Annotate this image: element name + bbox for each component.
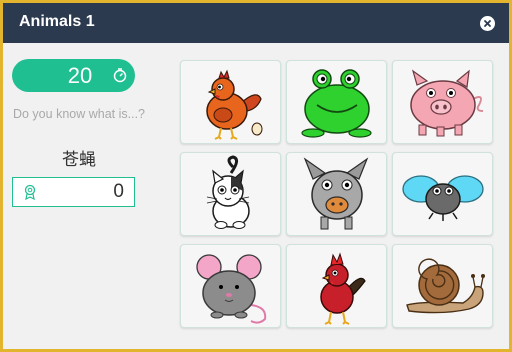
fly-icon — [402, 175, 484, 221]
card-pig[interactable] — [392, 60, 493, 144]
mouse-icon — [196, 254, 267, 324]
card-snail[interactable] — [392, 244, 493, 328]
card-fly[interactable] — [392, 152, 493, 236]
rooster-icon — [320, 252, 366, 325]
frog-icon — [301, 69, 372, 138]
question-text: Do you know what is...? — [12, 107, 145, 121]
title-bar: Animals 1 — [3, 3, 509, 43]
award-icon — [24, 184, 36, 200]
card-mouse[interactable] — [180, 244, 281, 328]
snail-icon — [406, 258, 485, 314]
card-donkey[interactable] — [286, 152, 387, 236]
game-window: Animals 1 20 Do you know what is...? 苍蝇 … — [3, 3, 509, 349]
card-rooster[interactable] — [286, 244, 387, 328]
pig-icon — [410, 69, 484, 137]
cat-icon — [206, 155, 250, 229]
score-box: 0 — [12, 177, 135, 207]
close-icon — [484, 20, 491, 27]
window-title: Animals 1 — [19, 13, 95, 30]
stopwatch-icon — [113, 68, 127, 83]
timer-pill: 20 — [12, 59, 135, 92]
close-button[interactable] — [480, 16, 495, 31]
hen-icon — [206, 69, 263, 140]
score-value: 0 — [113, 181, 124, 202]
target-word: 苍蝇 — [62, 150, 96, 170]
donkey-icon — [303, 157, 369, 230]
timer-value: 20 — [67, 63, 93, 88]
card-hen[interactable] — [180, 60, 281, 144]
card-frog[interactable] — [286, 60, 387, 144]
card-cat[interactable] — [180, 152, 281, 236]
